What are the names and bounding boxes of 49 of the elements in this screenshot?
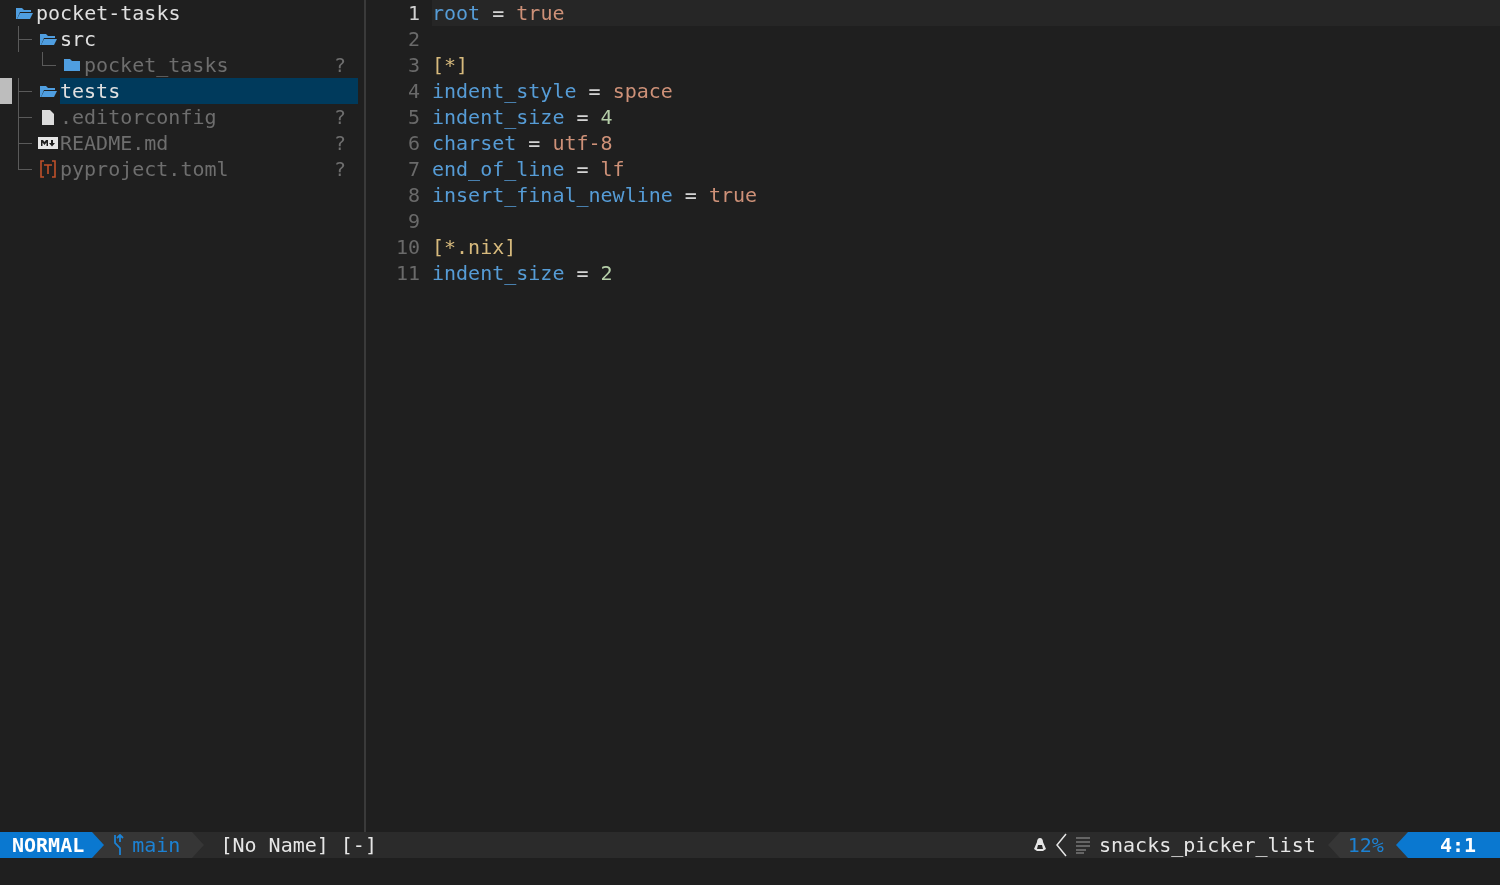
- item-name: pocket-tasks: [36, 0, 181, 26]
- line-number: 6: [406, 130, 421, 156]
- line-number: 5: [406, 104, 421, 130]
- line-number: 10: [394, 234, 421, 260]
- lines-icon: [1075, 836, 1091, 854]
- line-number: 9: [406, 208, 421, 234]
- line-number: 4: [406, 78, 421, 104]
- code-line: [*.nix]: [432, 234, 517, 260]
- line-number: 1: [406, 0, 421, 26]
- code-line: charset = utf-8: [432, 130, 613, 156]
- item-name: pyproject.toml: [60, 156, 229, 182]
- tree-item[interactable]: README.md ?: [60, 130, 358, 156]
- git-status: ?: [333, 156, 346, 182]
- line-number: 11: [394, 260, 421, 286]
- filetype: snacks_picker_list: [1099, 832, 1316, 858]
- git-status: ?: [333, 130, 346, 156]
- cursor-marker: [0, 78, 12, 104]
- code-line: indent_style = space: [432, 78, 673, 104]
- markdown-icon: [38, 137, 58, 149]
- bracket-t-icon: [39, 160, 57, 178]
- chevron-left-icon: [1055, 833, 1067, 857]
- item-name: src: [60, 26, 97, 52]
- code-line: root = true: [432, 0, 565, 26]
- line-number: 2: [406, 26, 421, 52]
- line-number: 8: [406, 182, 421, 208]
- code-line: insert_final_newline = true: [432, 182, 758, 208]
- item-name: README.md: [60, 130, 169, 156]
- branch-name: main: [132, 832, 181, 858]
- git-status: ?: [333, 104, 346, 130]
- tree-item[interactable]: .editorconfig ?: [60, 104, 358, 130]
- code-line: indent_size = 2: [432, 260, 613, 286]
- item-name: .editorconfig: [60, 104, 217, 130]
- line-number: 3: [406, 52, 421, 78]
- file-icon: [41, 108, 55, 126]
- code-line: indent_size = 4: [432, 104, 613, 130]
- item-name: tests: [60, 78, 121, 104]
- penguin-icon: [1033, 837, 1047, 853]
- tree-item[interactable]: pyproject.toml ?: [60, 156, 358, 182]
- item-name: pocket_tasks: [84, 52, 229, 78]
- tree-item[interactable]: src: [60, 26, 358, 52]
- git-status: ?: [333, 52, 346, 78]
- tree-item[interactable]: pocket_tasks ?: [84, 52, 358, 78]
- tree-item[interactable]: tests: [60, 78, 358, 104]
- code-line: end_of_line = lf: [432, 156, 625, 182]
- buffer-name: [No Name] [-]: [220, 832, 377, 858]
- code-line: [*]: [432, 52, 469, 78]
- tree-item[interactable]: pocket-tasks: [36, 0, 358, 26]
- line-number: 7: [406, 156, 421, 182]
- git-branch-icon: [112, 834, 125, 856]
